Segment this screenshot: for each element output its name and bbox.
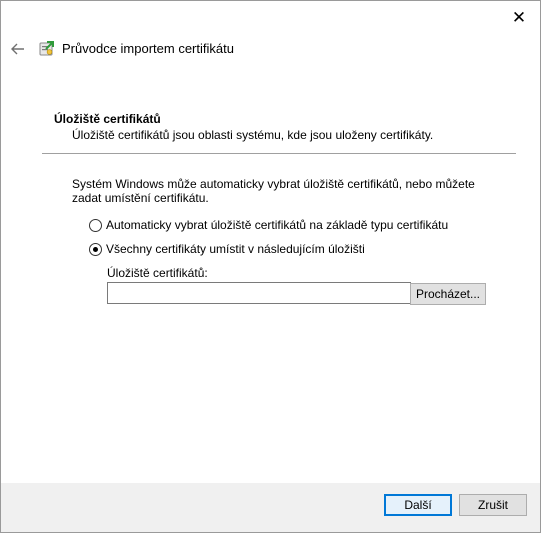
- certificate-import-icon: [39, 41, 54, 56]
- store-field-label: Úložiště certifikátů:: [107, 266, 208, 280]
- store-input[interactable]: [107, 282, 411, 304]
- back-button[interactable]: [9, 39, 27, 59]
- intro-text: Systém Windows může automaticky vybrat ú…: [72, 177, 475, 205]
- close-icon: ✕: [511, 8, 527, 27]
- wizard-title: Průvodce importem certifikátu: [62, 41, 234, 56]
- browse-button[interactable]: Procházet...: [410, 283, 486, 305]
- header-divider: [42, 153, 516, 154]
- cancel-button[interactable]: Zrušit: [459, 494, 527, 516]
- back-arrow-icon: [11, 43, 24, 55]
- auto-store-radio[interactable]: [89, 218, 102, 232]
- manual-store-label: Všechny certifikáty umístit v následujíc…: [106, 242, 365, 256]
- manual-store-radio[interactable]: [89, 242, 102, 256]
- wizard-window: ✕ Průvodce importem certifikátu Úložiště…: [0, 0, 541, 533]
- next-button[interactable]: Další: [384, 494, 452, 516]
- auto-store-label: Automaticky vybrat úložiště certifikátů …: [106, 218, 449, 232]
- section-heading: Úložiště certifikátů: [54, 112, 161, 126]
- section-description: Úložiště certifikátů jsou oblasti systém…: [72, 128, 434, 142]
- auto-store-option[interactable]: Automaticky vybrat úložiště certifikátů …: [89, 218, 448, 232]
- manual-store-option[interactable]: Všechny certifikáty umístit v následujíc…: [89, 242, 365, 256]
- close-button[interactable]: ✕: [506, 7, 532, 29]
